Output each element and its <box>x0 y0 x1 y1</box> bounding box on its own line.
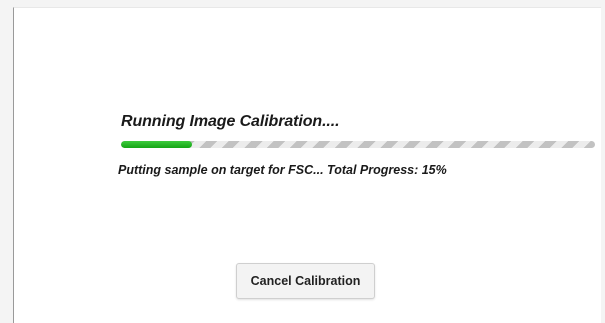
calibration-dialog: Running Image Calibration.... Putting sa… <box>13 7 601 323</box>
progress-bar-fill <box>121 141 193 148</box>
cancel-calibration-button[interactable]: Cancel Calibration <box>236 263 375 299</box>
progress-status-text: Putting sample on target for FSC... Tota… <box>118 163 447 177</box>
dialog-title: Running Image Calibration.... <box>121 113 340 130</box>
calibration-progress-bar <box>121 141 595 148</box>
